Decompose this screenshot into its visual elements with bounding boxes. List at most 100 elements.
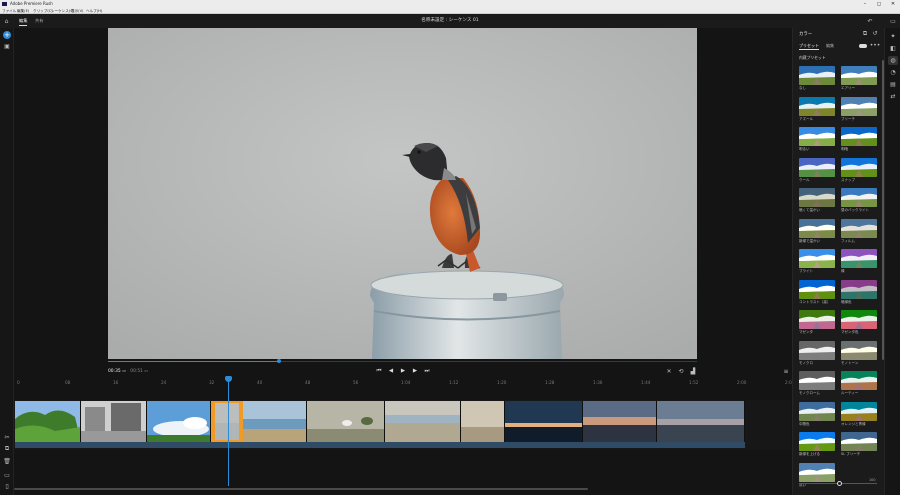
preset-tile[interactable]: なし (799, 66, 835, 94)
add-media-button[interactable]: + (3, 31, 11, 39)
audio-meter-icon[interactable]: ▟ (688, 366, 698, 376)
transitions-icon[interactable]: ◧ (888, 44, 898, 53)
preset-tile[interactable]: 緑 (841, 249, 877, 277)
tab-share[interactable]: 共有 (35, 16, 43, 26)
clip-beach-2[interactable] (461, 401, 505, 442)
preset-tile[interactable]: モノトーン (841, 340, 877, 369)
timeline-ruler[interactable]: 0 08 16 24 32 40 48 56 1:04 1:12 1:20 1:28 1:36 1:44 1… (14, 378, 794, 388)
play-icon[interactable]: ▶ (398, 366, 408, 376)
go-to-start-icon[interactable]: ⏮ (374, 366, 384, 376)
fit-icon[interactable]: ✕ (664, 366, 674, 376)
preset-thumbnail (841, 249, 877, 268)
preset-label: 明るい (799, 147, 810, 151)
preset-thumbnail (799, 188, 835, 207)
strength-value: 100 (869, 478, 876, 482)
preset-tile[interactable]: 淡い (799, 462, 835, 491)
preset-label: モノトーン (841, 360, 859, 365)
preset-tile[interactable]: ルーティー (841, 371, 877, 399)
clip-trees[interactable] (15, 401, 81, 442)
preset-tile[interactable]: スナップ (841, 157, 877, 186)
program-monitor[interactable] (108, 28, 697, 359)
track-visibility-icon[interactable]: ▭ (2, 471, 12, 479)
clip-evening[interactable] (657, 401, 745, 442)
undo-icon[interactable]: ↶ (864, 16, 876, 26)
transform-icon[interactable]: ⇄ (888, 92, 898, 101)
loop-icon[interactable]: ⟲ (676, 366, 686, 376)
preset-thumbnail (799, 127, 835, 146)
current-time: 00:35 (108, 369, 121, 374)
ruler-tick-label: 1:52 (689, 380, 699, 385)
preset-thumbnail (799, 66, 835, 85)
preset-tile[interactable]: フィルム (841, 218, 877, 247)
ruler-tick-label: 48 (305, 380, 311, 385)
preset-tile[interactable]: マゼンタ色 (841, 310, 877, 338)
preset-label: エアリー (841, 86, 855, 90)
step-back-icon[interactable]: ◀ (386, 366, 396, 376)
preset-tile[interactable]: モノクロ (799, 340, 835, 369)
home-icon[interactable]: ⌂ (1, 16, 12, 26)
preset-tile[interactable]: 昼のバックライト (841, 188, 877, 216)
preset-tile[interactable]: 暗緑色 (841, 279, 877, 308)
media-icon[interactable]: ▣ (2, 42, 12, 50)
preset-tile[interactable]: ブリーチ (841, 96, 877, 125)
preset-label: ルーティー (841, 391, 859, 395)
bird-on-post-image (108, 28, 697, 359)
timeline-menu-icon[interactable]: ≡ (781, 366, 791, 376)
preset-tile[interactable]: ブライト (799, 249, 835, 277)
clip-dusk[interactable] (505, 401, 583, 442)
preset-thumbnail (799, 96, 835, 116)
transport-controls: ⏮ ◀ ▶ ▶ ⏭ (370, 366, 436, 376)
preset-tile[interactable]: 新緑を上げる (799, 432, 835, 460)
preset-tile[interactable]: マゼンタ (799, 310, 835, 338)
preset-tile[interactable]: 明暗 (841, 127, 877, 155)
playback-scrub-bar[interactable] (108, 359, 697, 363)
preset-tile[interactable]: 暗くて温かい (799, 188, 835, 216)
preset-label: フィルム (841, 238, 855, 243)
preset-tile[interactable]: モノクローム (799, 371, 835, 399)
preset-tile[interactable]: SL ブリーチ (841, 432, 877, 460)
preset-tile[interactable]: 中間色 (799, 401, 835, 430)
close-button[interactable]: ✕ (888, 0, 898, 8)
step-forward-icon[interactable]: ▶ (410, 366, 420, 376)
clip-street-bw[interactable] (81, 401, 147, 442)
duplicate-icon[interactable]: ⧉ (2, 445, 12, 453)
total-time: 00:51 (130, 369, 143, 374)
total-time-frames: 05 (144, 369, 149, 373)
ruler-tick-label: 56 (353, 380, 359, 385)
clip-sky[interactable] (147, 401, 211, 442)
left-toolbar: + ▣ ✂ ⧉ 🗑 ▭ ▯ (0, 28, 14, 495)
feedback-icon[interactable]: ▭ (887, 16, 899, 26)
ruler-tick-label: 16 (113, 380, 119, 385)
titles-icon[interactable]: ✦ (888, 32, 898, 41)
split-icon[interactable]: ✂ (2, 433, 12, 441)
preset-tile[interactable]: 新緑で温かい (799, 218, 835, 247)
minimize-button[interactable]: – (860, 0, 870, 8)
clip-beach[interactable] (385, 401, 461, 442)
tab-edit[interactable]: 編集 (19, 16, 28, 26)
clip-selected[interactable] (211, 401, 243, 442)
speed-icon[interactable]: ◔ (888, 68, 898, 77)
strength-handle[interactable] (837, 481, 842, 486)
clip-shore[interactable] (243, 401, 307, 442)
delete-icon[interactable]: 🗑 (2, 457, 12, 465)
playhead[interactable] (228, 380, 229, 486)
title-bar: Adobe Premiere Rush – ◻ ✕ (0, 0, 900, 8)
track-options-icon[interactable]: ▯ (2, 482, 12, 490)
timeline-scrollbar[interactable] (14, 488, 588, 490)
preset-thumbnail (841, 310, 877, 329)
go-to-end-icon[interactable]: ⏭ (422, 366, 432, 376)
preset-tile[interactable]: アズール (799, 96, 835, 125)
preset-label: SL ブリーチ (841, 452, 861, 456)
color-icon[interactable]: ◍ (888, 56, 898, 65)
preset-tile[interactable]: エアリー (841, 66, 877, 94)
preset-tile[interactable]: オレンジと青緑 (841, 401, 877, 430)
clip-gulls[interactable] (307, 401, 385, 442)
maximize-button[interactable]: ◻ (874, 0, 884, 8)
preset-tile[interactable]: クール (799, 157, 835, 186)
audio-icon[interactable]: ▤ (888, 80, 898, 89)
preset-tile[interactable]: 明るい (799, 127, 835, 155)
preset-tile[interactable]: コントラスト（高） (799, 279, 835, 308)
scrub-handle[interactable] (277, 359, 281, 363)
preset-thumbnail (799, 157, 835, 177)
clip-sunset[interactable] (583, 401, 657, 442)
